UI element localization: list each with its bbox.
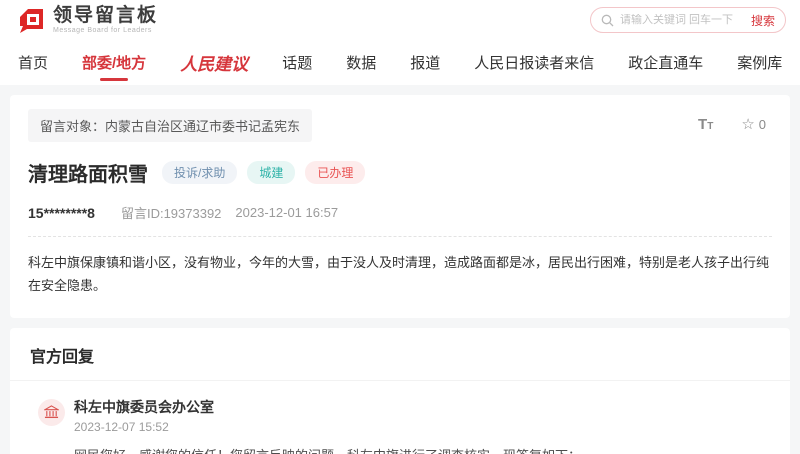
reply-author-name: 科左中旗委员会办公室 bbox=[74, 398, 214, 415]
nav-item-topics[interactable]: 话题 bbox=[282, 40, 312, 85]
reply-section-title: 官方回复 bbox=[10, 328, 790, 381]
nav-item-people-suggestions[interactable]: 人民建议 bbox=[180, 40, 248, 85]
search-button[interactable]: 搜索 bbox=[751, 12, 775, 29]
message-id: 留言ID:19373392 bbox=[120, 206, 222, 221]
search-icon bbox=[601, 14, 614, 26]
reply-body: 网民您好，感谢您的信任！您留言反映的问题，科左中旗进行了调查核实。现答复如下： … bbox=[74, 444, 756, 454]
nav-item-case-library[interactable]: 案例库 bbox=[737, 40, 782, 85]
tag-urban-construction: 城建 bbox=[247, 161, 296, 184]
font-size-icon[interactable]: TT bbox=[698, 116, 713, 133]
site-logo[interactable]: 领导留言板 Message Board for Leaders bbox=[18, 6, 158, 34]
search-input[interactable] bbox=[620, 14, 751, 26]
nav-item-ministries-local[interactable]: 部委/地方 bbox=[82, 40, 146, 85]
nav-item-data[interactable]: 数据 bbox=[346, 40, 376, 85]
search-box[interactable]: 搜索 bbox=[590, 7, 786, 33]
main-nav: 首页 部委/地方 人民建议 话题 数据 报道 人民日报读者来信 政企直通车 案例… bbox=[0, 40, 800, 85]
avatar bbox=[38, 398, 65, 426]
message-user: 15********8 bbox=[28, 204, 95, 221]
star-icon: ☆ bbox=[741, 116, 755, 133]
site-header: 领导留言板 Message Board for Leaders 搜索 bbox=[0, 0, 800, 40]
message-card: 留言对象：内蒙古自治区通辽市委书记孟宪东 TT ☆ 0 清理路面积雪 投诉/求助… bbox=[10, 95, 790, 318]
official-reply-card: 官方回复 科左中旗委员会办公室 2023-12-07 15:52 网民您好，感谢… bbox=[10, 327, 790, 454]
favorite-button[interactable]: ☆ 0 bbox=[741, 115, 766, 133]
nav-item-reader-letters[interactable]: 人民日报读者来信 bbox=[474, 40, 594, 85]
tag-status-handled: 已办理 bbox=[305, 161, 366, 184]
message-target-chip: 留言对象：内蒙古自治区通辽市委书记孟宪东 bbox=[28, 109, 313, 142]
logo-icon bbox=[20, 8, 43, 33]
reply-date: 2023-12-07 15:52 bbox=[74, 419, 169, 434]
message-body: 科左中旗保康镇和谐小区，没有物业，今年的大雪，由于没人及时清理，造成路面都是冰，… bbox=[28, 255, 770, 294]
nav-item-gov-business[interactable]: 政企直通车 bbox=[628, 40, 703, 85]
logo-title: 领导留言板 bbox=[53, 5, 159, 26]
reply-item: 科左中旗委员会办公室 2023-12-07 15:52 网民您好，感谢您的信任！… bbox=[10, 381, 790, 454]
tag-complaint-help: 投诉/求助 bbox=[162, 161, 238, 184]
favorite-count: 0 bbox=[758, 116, 766, 132]
message-title: 清理路面积雪 bbox=[28, 164, 148, 186]
message-date: 2023-12-01 16:57 bbox=[235, 205, 339, 220]
government-building-icon bbox=[44, 405, 59, 418]
nav-item-reports[interactable]: 报道 bbox=[410, 40, 440, 85]
nav-item-home[interactable]: 首页 bbox=[18, 40, 48, 85]
logo-subtitle: Message Board for Leaders bbox=[53, 27, 152, 34]
reply-paragraph-1: 网民您好，感谢您的信任！您留言反映的问题，科左中旗进行了调查核实。现答复如下： bbox=[74, 444, 756, 454]
